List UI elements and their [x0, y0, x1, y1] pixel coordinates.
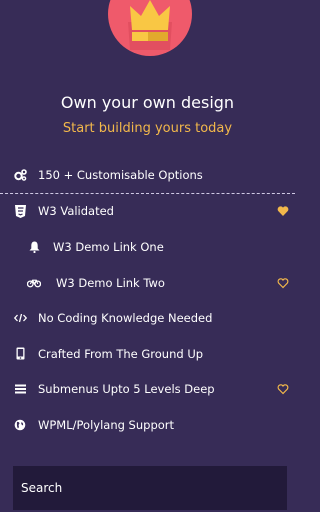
bicycle-icon: [27, 276, 41, 290]
heart-outline-icon[interactable]: [277, 383, 289, 395]
hero-subtitle: Start building yours today: [62, 121, 233, 136]
menu-item-label: WPML/Polylang Support: [38, 417, 175, 432]
search-input[interactable]: [13, 466, 287, 510]
mobile-icon: [13, 347, 27, 361]
menu-item-label: 150 + Customisable Options: [38, 168, 203, 183]
heart-filled-icon[interactable]: [277, 205, 289, 217]
menu-item-wpml[interactable]: WPML/Polylang Support: [0, 407, 295, 443]
css3-icon: [13, 204, 27, 218]
menu-item-submenus[interactable]: Submenus Upto 5 Levels Deep: [0, 372, 295, 408]
menu-item-w3-validated[interactable]: W3 Validated: [0, 194, 295, 230]
bell-icon: [27, 240, 41, 254]
menu-item-no-coding[interactable]: No Coding Knowledge Needed: [0, 300, 295, 336]
menu-item-label: W3 Demo Link One: [53, 239, 164, 254]
hero: Own your own design Start building yours…: [0, 0, 295, 150]
code-icon: [13, 311, 27, 325]
menu-item-label: Crafted From The Ground Up: [38, 346, 204, 361]
menu-item-demo-two[interactable]: W3 Demo Link Two: [0, 265, 295, 301]
nav-menu: 150 + Customisable Options W3 Validated …: [0, 158, 295, 443]
hero-title: Own your own design: [60, 93, 235, 112]
menu-item-label: W3 Validated: [38, 204, 114, 219]
bars-icon: [13, 382, 27, 396]
menu-item-demo-one[interactable]: W3 Demo Link One: [0, 229, 295, 265]
menu-item-label: No Coding Knowledge Needed: [38, 311, 213, 326]
crown-icon: [128, 0, 172, 50]
menu-item-crafted[interactable]: Crafted From The Ground Up: [0, 336, 295, 372]
crown-logo: [108, 0, 192, 56]
menu-item-label: W3 Demo Link Two: [56, 275, 165, 290]
cogs-icon: [13, 168, 27, 182]
menu-item-options[interactable]: 150 + Customisable Options: [0, 158, 295, 194]
menu-item-label: Submenus Upto 5 Levels Deep: [38, 382, 215, 397]
heart-outline-icon[interactable]: [277, 277, 289, 289]
globe-icon: [13, 418, 27, 432]
